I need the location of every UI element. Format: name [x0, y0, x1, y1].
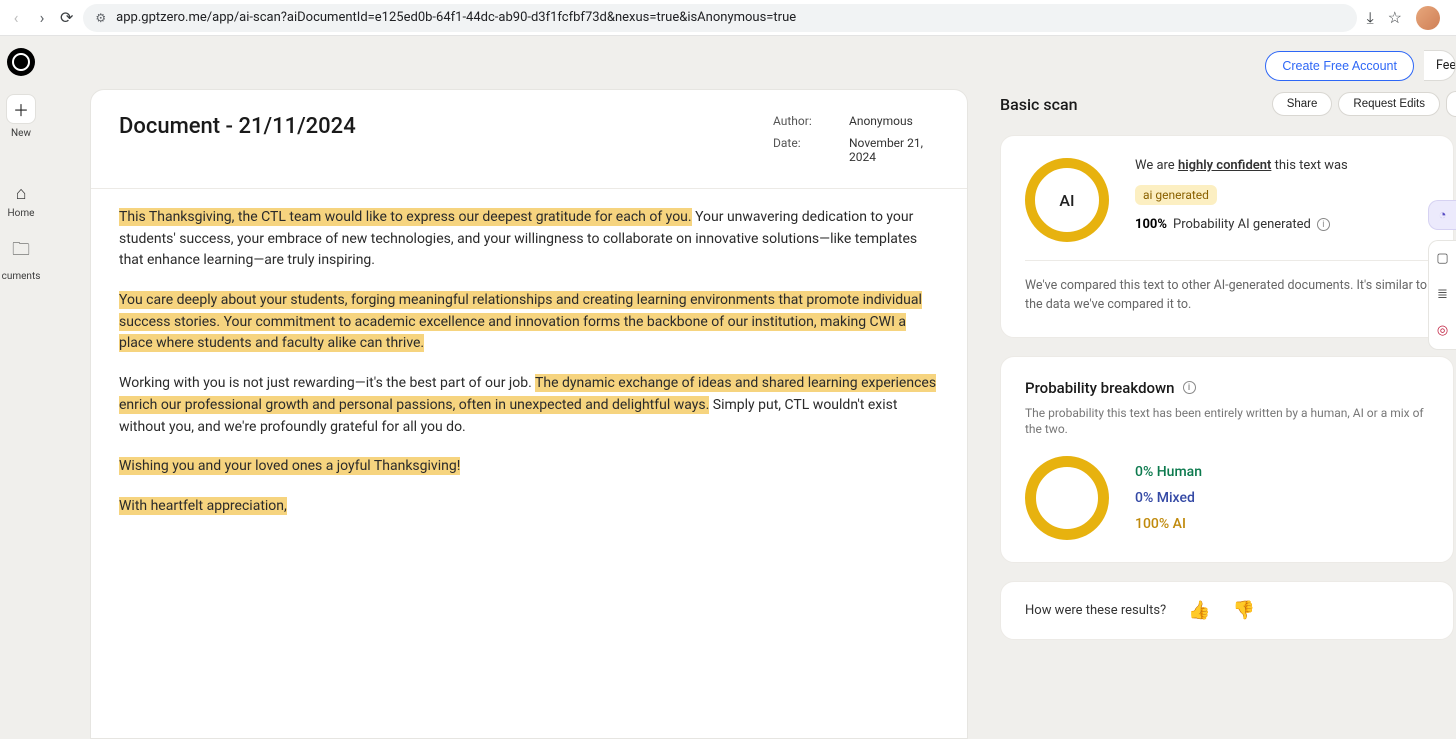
- create-account-button[interactable]: Create Free Account: [1265, 51, 1414, 81]
- float-spinner-icon[interactable]: ◔: [1428, 200, 1456, 230]
- info-icon[interactable]: i: [1183, 381, 1196, 394]
- document-title: Document - 21/11/2024: [119, 114, 356, 139]
- thumbs-up-icon[interactable]: 👍: [1188, 600, 1210, 621]
- new-button[interactable]: ＋ New: [0, 94, 42, 139]
- float-list-icon[interactable]: ≣: [1435, 287, 1451, 303]
- author-value: Anonymous: [849, 114, 913, 128]
- rail-label-new: New: [11, 128, 31, 139]
- analysis-header: Basic scan Share Request Edits: [1000, 89, 1456, 135]
- scan-actions: Share Request Edits: [1272, 91, 1456, 117]
- top-actions: Create Free Account Fee: [42, 36, 1456, 89]
- ai-ring-icon: AI: [1025, 158, 1109, 242]
- thumbs-down-icon[interactable]: 👎: [1233, 600, 1255, 621]
- scan-title: Basic scan: [1000, 95, 1077, 114]
- main-column: Create Free Account Fee Document - 21/11…: [42, 36, 1456, 739]
- paragraph-5: With heartfelt appreciation,: [119, 496, 939, 518]
- share-button[interactable]: Share: [1272, 92, 1333, 116]
- date-label: Date:: [773, 136, 823, 164]
- document-body[interactable]: This Thanksgiving, the CTL team would li…: [91, 189, 967, 576]
- feedback-button-cut[interactable]: Fee: [1424, 50, 1456, 81]
- highlight: This Thanksgiving, the CTL team would li…: [119, 208, 692, 226]
- browser-chrome: ‹ › ⟳ ⚙ app.gptzero.me/app/ai-scan?aiDoc…: [0, 0, 1456, 36]
- app-shell: ＋ New ⌂ Home 🗀 cuments Create Free Accou…: [0, 36, 1456, 739]
- plus-icon: ＋: [6, 94, 36, 124]
- probability-pct: 100%: [1135, 217, 1167, 232]
- info-icon[interactable]: i: [1317, 218, 1330, 231]
- float-square-icon[interactable]: ▢: [1435, 251, 1451, 267]
- url-text: app.gptzero.me/app/ai-scan?aiDocumentId=…: [116, 10, 1344, 25]
- url-bar[interactable]: ⚙ app.gptzero.me/app/ai-scan?aiDocumentI…: [83, 4, 1356, 32]
- install-icon[interactable]: ⤓: [1367, 8, 1374, 28]
- request-edits-button[interactable]: Request Edits: [1338, 92, 1440, 116]
- feedback-card: How were these results? 👍 👎: [1000, 581, 1454, 640]
- home-icon: ⌂: [16, 183, 27, 204]
- paragraph-1: This Thanksgiving, the CTL team would li…: [119, 207, 939, 272]
- confidence-line: We are highly confident this text was: [1135, 158, 1429, 173]
- forward-icon[interactable]: ›: [34, 8, 50, 27]
- author-label: Author:: [773, 114, 823, 128]
- analysis-panel: Basic scan Share Request Edits AI: [968, 89, 1456, 739]
- site-info-icon[interactable]: ⚙: [95, 11, 106, 25]
- probability-line: 100% Probability AI generated i: [1135, 217, 1429, 232]
- feedback-question: How were these results?: [1025, 603, 1166, 618]
- breakdown-ring-icon: [1025, 456, 1109, 540]
- back-icon[interactable]: ‹: [8, 8, 24, 27]
- paragraph-4: Wishing you and your loved ones a joyful…: [119, 456, 939, 478]
- text: Working with you is not just rewarding—i…: [119, 375, 535, 391]
- left-rail: ＋ New ⌂ Home 🗀 cuments: [0, 36, 42, 739]
- breakdown-card: Probability breakdown i The probability …: [1000, 356, 1454, 564]
- document-meta: Author: Anonymous Date: November 21, 202…: [773, 114, 939, 172]
- verdict-card: AI We are highly confident this text was…: [1000, 135, 1454, 338]
- right-float-toolbar: ▢ ≣ ◎: [1428, 240, 1456, 350]
- legend-mixed: 0% Mixed: [1135, 490, 1202, 506]
- bookmark-icon[interactable]: ☆: [1388, 8, 1402, 27]
- profile-avatar[interactable]: [1416, 6, 1440, 30]
- reload-icon[interactable]: ⟳: [60, 8, 73, 27]
- legend-human: 0% Human: [1135, 464, 1202, 480]
- breakdown-sub: The probability this text has been entir…: [1025, 405, 1429, 439]
- document-panel: Document - 21/11/2024 Author: Anonymous …: [90, 89, 968, 739]
- highlight: Wishing you and your loved ones a joyful…: [119, 457, 460, 475]
- paragraph-3: Working with you is not just rewarding—i…: [119, 373, 939, 438]
- document-header: Document - 21/11/2024 Author: Anonymous …: [91, 90, 967, 189]
- paragraph-2: You care deeply about your students, for…: [119, 290, 939, 355]
- confidence-link[interactable]: highly confident: [1178, 158, 1271, 173]
- breakdown-legend: 0% Human 0% Mixed 100% AI: [1135, 464, 1202, 532]
- rail-label-home: Home: [8, 208, 35, 219]
- chrome-actions: ⤓ ☆: [1367, 6, 1448, 30]
- highlight: With heartfelt appreciation,: [119, 497, 287, 515]
- legend-ai: 100% AI: [1135, 516, 1202, 532]
- home-nav[interactable]: ⌂ Home: [0, 183, 42, 219]
- highlight: Your commitment to academic excellence a…: [119, 313, 906, 353]
- breakdown-title: Probability breakdown: [1025, 379, 1175, 397]
- date-value: November 21, 2024: [849, 136, 939, 164]
- documents-nav[interactable]: 🗀 cuments: [0, 237, 42, 282]
- brand-logo[interactable]: [7, 48, 35, 76]
- verdict-footer: We've compared this text to other AI-gen…: [1025, 260, 1429, 315]
- content-row: Document - 21/11/2024 Author: Anonymous …: [42, 89, 1456, 739]
- folder-icon: 🗀: [12, 237, 30, 267]
- ai-generated-tag: ai generated: [1135, 185, 1217, 205]
- float-badge-icon[interactable]: ◎: [1435, 323, 1451, 339]
- overflow-button-cut[interactable]: [1446, 91, 1456, 117]
- ai-ring-label: AI: [1059, 191, 1074, 210]
- rail-label-documents: cuments: [2, 271, 41, 282]
